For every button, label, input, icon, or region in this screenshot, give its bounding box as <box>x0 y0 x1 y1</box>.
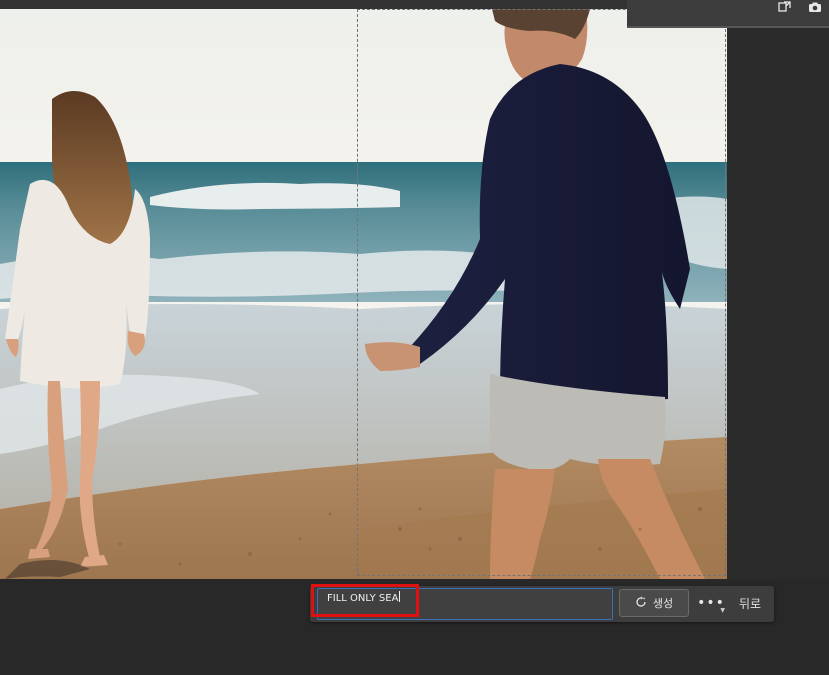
back-button[interactable]: 뒤로 <box>731 591 769 615</box>
app-window: 생성 ••• ▼ 뒤로 FILL ONLY SEA <box>0 0 829 675</box>
back-label: 뒤로 <box>738 596 762 611</box>
pasteboard-right <box>727 9 829 579</box>
prompt-text-wrap: FILL ONLY SEA <box>327 589 401 609</box>
export-icon[interactable] <box>776 0 794 16</box>
more-options-button[interactable]: ••• ▼ <box>697 591 726 615</box>
generate-button[interactable]: 생성 <box>619 589 689 617</box>
chevron-down-icon: ▼ <box>720 607 726 614</box>
prompt-value: FILL ONLY SEA <box>327 593 399 604</box>
photo-canvas[interactable] <box>0 9 727 579</box>
generate-label: 생성 <box>652 597 674 610</box>
camera-icon[interactable] <box>806 0 824 16</box>
text-caret <box>399 591 401 602</box>
beach-photo <box>0 9 727 579</box>
floating-panel <box>627 0 829 28</box>
refresh-sparkle-icon <box>635 596 647 611</box>
